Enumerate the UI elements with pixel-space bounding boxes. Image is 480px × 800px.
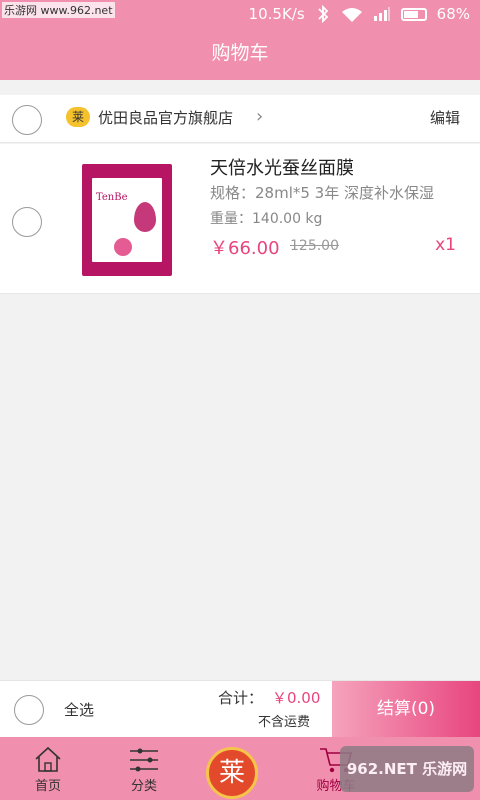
- product-image-panel: TenBe: [92, 178, 162, 262]
- product-original-price: 125.00: [290, 238, 339, 254]
- category-icon: [130, 748, 158, 772]
- tab-home[interactable]: 首页: [8, 737, 88, 800]
- shipping-note: 不含运费: [258, 715, 311, 730]
- product-spec: 规格：28ml*5 3年 深度补水保湿: [210, 184, 434, 202]
- product-image-brand: TenBe: [96, 192, 128, 203]
- watermark-logo: 962.NET 乐游网: [340, 746, 474, 792]
- checkout-button[interactable]: 结算(0): [332, 681, 480, 737]
- product-title[interactable]: 天倍水光蚕丝面膜: [210, 154, 354, 180]
- tab-category[interactable]: 分类: [104, 737, 184, 800]
- bluetooth-icon: [318, 5, 328, 23]
- edit-button[interactable]: 编辑: [430, 107, 460, 128]
- product-price: ￥66.00: [210, 238, 280, 259]
- flower-icon: [114, 238, 132, 256]
- battery-icon: [400, 7, 427, 21]
- status-bar: 乐游网 www.962.net 10.5K/s 68%: [0, 0, 480, 30]
- total-label: 合计：: [218, 689, 264, 707]
- network-speed: 10.5K/s: [248, 5, 305, 23]
- product-weight: 重量：140.00 kg: [210, 211, 323, 227]
- item-select-checkbox[interactable]: [12, 207, 42, 237]
- checkout-bar: 全选 合计： ￥0.00 不含运费 结算(0): [0, 680, 480, 737]
- status-icons: 10.5K/s 68%: [249, 5, 470, 23]
- tab-category-label: 分类: [130, 779, 157, 794]
- select-all-label[interactable]: 全选: [64, 699, 94, 720]
- tab-home-label: 首页: [34, 779, 61, 794]
- product-image[interactable]: TenBe: [82, 164, 172, 276]
- home-icon: [35, 746, 61, 772]
- shop-name-link[interactable]: 优田良品官方旗舰店: [98, 107, 233, 128]
- chevron-right-icon[interactable]: ›: [256, 106, 263, 127]
- product-quantity: x1: [435, 235, 456, 255]
- shop-badge: 莱: [66, 107, 90, 127]
- wifi-icon: [341, 8, 362, 22]
- select-all-checkbox[interactable]: [14, 695, 44, 725]
- shop-header: 莱 优田良品官方旗舰店 › 编辑: [0, 95, 480, 143]
- watermark-text: 乐游网 www.962.net: [2, 2, 115, 18]
- page-title: 购物车: [0, 30, 480, 80]
- battery-level: 68%: [436, 5, 470, 23]
- signal-icon: [373, 7, 390, 21]
- total-value: ￥0.00: [272, 689, 321, 707]
- cart-item: TenBe 天倍水光蚕丝面膜 规格：28ml*5 3年 深度补水保湿 重量：14…: [0, 144, 480, 294]
- droplet-icon: [134, 202, 156, 232]
- center-logo-button[interactable]: 莱: [206, 747, 258, 799]
- shop-select-checkbox[interactable]: [12, 105, 42, 135]
